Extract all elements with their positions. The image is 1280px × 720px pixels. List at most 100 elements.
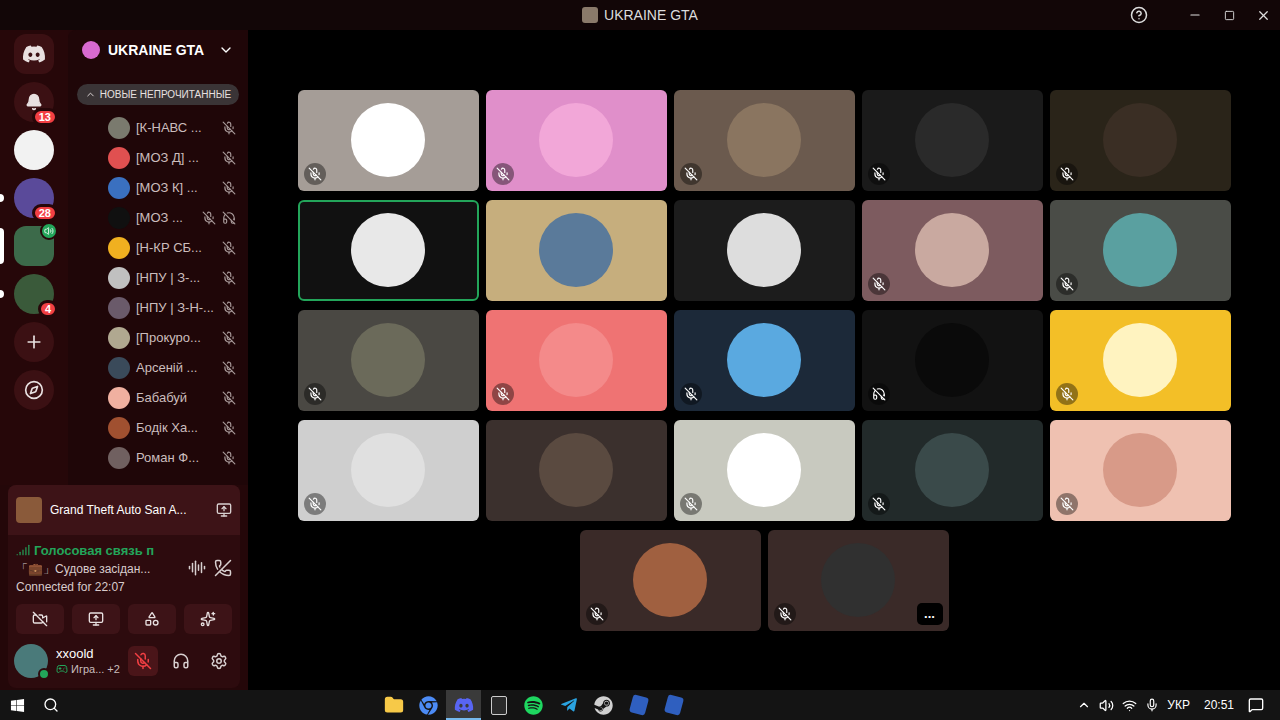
participant-avatar [915, 103, 989, 177]
help-icon[interactable] [1130, 6, 1148, 24]
mic-off-icon [222, 241, 236, 255]
member-row[interactable]: [НПУ | З-Н-... [68, 293, 248, 323]
participant-tile[interactable] [674, 310, 855, 411]
headphones-button[interactable] [166, 646, 196, 676]
taskbar-app[interactable] [411, 690, 446, 720]
volume-icon[interactable] [1099, 698, 1114, 713]
participant-avatar [633, 543, 707, 617]
unread-pill[interactable]: НОВЫЕ НЕПРОЧИТАННЫЕ [77, 84, 239, 105]
compass-icon [24, 380, 44, 400]
more-button[interactable]: ... [917, 603, 943, 625]
unread-indicator [0, 194, 4, 202]
screen-share-button[interactable] [72, 604, 120, 634]
language-indicator[interactable]: УКР [1167, 696, 1190, 714]
maximize-button[interactable] [1212, 0, 1246, 30]
server-rail-item[interactable]: 28 [0, 178, 68, 218]
notification-icon[interactable] [1248, 697, 1264, 713]
member-name: [К-НАВС ... [136, 118, 216, 138]
participant-tile[interactable] [298, 420, 479, 521]
taskbar-app[interactable] [446, 690, 481, 720]
member-row[interactable]: Бабабуй [68, 383, 248, 413]
participant-tile[interactable] [486, 200, 667, 301]
participant-tile[interactable] [298, 90, 479, 191]
activities-button[interactable] [128, 604, 176, 634]
participant-tile[interactable] [580, 530, 761, 631]
discover-button[interactable] [14, 370, 54, 410]
member-row[interactable]: [МОЗ К] ... [68, 173, 248, 203]
soundboard-button[interactable] [184, 604, 232, 634]
server-icon[interactable] [14, 130, 54, 170]
member-row[interactable]: [МОЗ ... [68, 203, 248, 233]
member-name: [Н-КР СБ... [136, 238, 216, 258]
member-row[interactable]: [Н-КР СБ... [68, 233, 248, 263]
disconnect-icon[interactable] [214, 559, 232, 577]
server-rail-item[interactable]: 13 [0, 82, 68, 122]
participant-tile[interactable] [862, 420, 1043, 521]
chevron-down-icon [218, 42, 234, 58]
home-button[interactable] [14, 34, 54, 74]
participant-avatar [1103, 103, 1177, 177]
minimize-button[interactable] [1178, 0, 1212, 30]
participant-tile[interactable] [486, 90, 667, 191]
participant-tile[interactable] [674, 420, 855, 521]
server-rail-item[interactable] [0, 370, 68, 410]
member-name: Бабабуй [136, 388, 216, 408]
add-server-button[interactable] [14, 322, 54, 362]
participant-tile[interactable] [298, 200, 479, 301]
taskbar-app[interactable] [516, 690, 551, 720]
participant-tile[interactable] [674, 200, 855, 301]
participant-tile[interactable] [486, 310, 667, 411]
clock[interactable]: 20:51 [1198, 696, 1240, 714]
taskbar-app[interactable] [656, 690, 691, 720]
settings-button[interactable] [204, 646, 234, 676]
maximize-icon [1224, 10, 1235, 21]
participant-tile[interactable] [674, 90, 855, 191]
participant-tile[interactable]: ... [768, 530, 949, 631]
member-name: [Прокуро... [136, 328, 216, 348]
search-button[interactable] [34, 690, 68, 720]
gamepad-icon [56, 663, 68, 675]
member-row[interactable]: Арсеній ... [68, 353, 248, 383]
server-rail-item[interactable]: 4 [0, 274, 68, 314]
noise-suppression-icon[interactable] [188, 559, 206, 577]
activity-card[interactable]: Grand Theft Auto San A... [8, 485, 240, 535]
voice-channel[interactable]: 「💼」Судове засідан... [16, 560, 180, 578]
server-rail-item[interactable] [0, 226, 68, 266]
stream-icon[interactable] [216, 502, 232, 518]
member-row[interactable]: [Прокуро... [68, 323, 248, 353]
start-button[interactable] [0, 690, 34, 720]
member-avatar [108, 117, 130, 139]
camera-button[interactable] [16, 604, 64, 634]
participant-tile[interactable] [1050, 420, 1231, 521]
participant-tile[interactable] [862, 200, 1043, 301]
close-button[interactable] [1246, 0, 1280, 30]
participant-tile[interactable] [1050, 90, 1231, 191]
server-header[interactable]: UKRAINE GTA [68, 30, 248, 70]
participant-tile[interactable] [486, 420, 667, 521]
participant-tile[interactable] [1050, 310, 1231, 411]
taskbar-app[interactable] [376, 690, 411, 720]
taskbar-app[interactable] [586, 690, 621, 720]
taskbar-app[interactable] [481, 690, 516, 720]
server-rail-item[interactable] [0, 322, 68, 362]
status-badge [868, 493, 890, 515]
member-row[interactable]: [НПУ | З-... [68, 263, 248, 293]
activities-icon [144, 611, 160, 627]
taskbar-app[interactable] [621, 690, 656, 720]
badge: 13 [32, 108, 58, 126]
participant-tile[interactable] [862, 310, 1043, 411]
member-row[interactable]: [МОЗ Д] ... [68, 143, 248, 173]
member-row[interactable]: Бодік Ха... [68, 413, 248, 443]
server-rail-item[interactable] [0, 130, 68, 170]
participant-avatar [1103, 433, 1177, 507]
member-row[interactable]: Роман Ф... [68, 443, 248, 473]
tray-chevron-icon[interactable] [1077, 698, 1091, 712]
participant-tile[interactable] [298, 310, 479, 411]
taskbar-app[interactable] [551, 690, 586, 720]
member-row[interactable]: [К-НАВС ... [68, 113, 248, 143]
server-rail-item[interactable] [0, 34, 68, 74]
participant-tile[interactable] [862, 90, 1043, 191]
mic-button[interactable] [128, 646, 158, 676]
participant-tile[interactable] [1050, 200, 1231, 301]
network-icon[interactable] [1122, 698, 1137, 713]
